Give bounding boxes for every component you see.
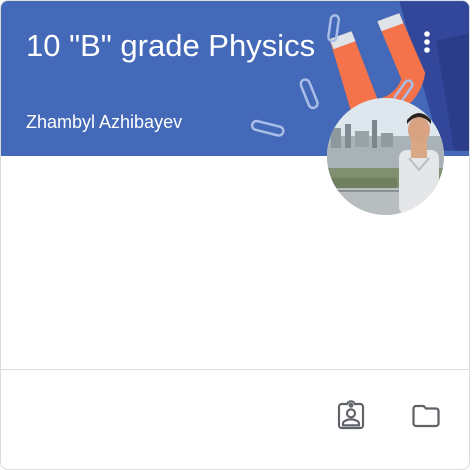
more-vert-icon xyxy=(424,31,430,53)
teacher-name[interactable]: Zhambyl Azhibayev xyxy=(26,111,182,133)
class-title-link[interactable]: 10 "B" grade Physics xyxy=(26,28,315,64)
open-folder-button[interactable] xyxy=(406,396,446,436)
teacher-avatar[interactable] xyxy=(327,98,444,215)
card-divider xyxy=(1,369,469,370)
class-card: 10 "B" grade Physics Zhambyl Azhibayev xyxy=(0,0,470,470)
folder-icon xyxy=(412,404,440,428)
assignment-ind-icon xyxy=(337,400,365,430)
class-options-button[interactable] xyxy=(410,25,444,59)
teacher-photo xyxy=(327,98,444,215)
your-work-button[interactable] xyxy=(331,396,371,436)
